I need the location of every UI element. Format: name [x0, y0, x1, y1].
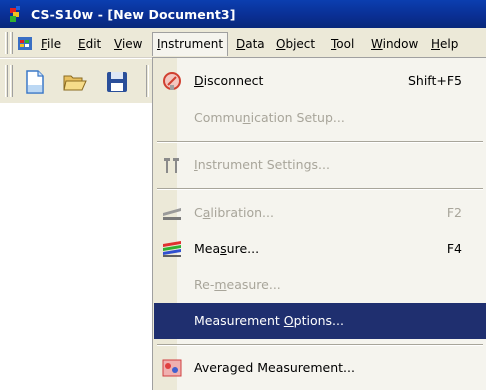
instrument-settings-icon [162, 155, 182, 175]
menu-item-instrument-settings[interactable]: Instrument Settings... [154, 147, 486, 183]
menu-data[interactable]: Data [232, 35, 269, 53]
open-folder-icon [62, 75, 88, 98]
menu-item-averaged-measurement[interactable]: Averaged Measurement... [154, 350, 486, 386]
title-bar: CS-S10w - [New Document3] [0, 0, 486, 28]
document-icon[interactable] [18, 36, 34, 52]
menu-separator [157, 188, 483, 190]
menu-instrument[interactable]: Instrument [152, 32, 229, 56]
measure-icon [162, 239, 182, 259]
menu-window[interactable]: Window [367, 35, 422, 53]
menu-file[interactable]: File [37, 35, 65, 53]
open-folder-button[interactable] [62, 69, 88, 95]
menu-edit[interactable]: Edit [74, 35, 105, 53]
menu-item-re-measure[interactable]: Re-measure... [154, 267, 486, 303]
menu-item-measure[interactable]: Measure... F4 [154, 231, 486, 267]
averaged-measurement-icon [162, 358, 182, 378]
menu-item-communication-setup[interactable]: Communication Setup... [154, 100, 486, 136]
save-button[interactable] [104, 69, 130, 95]
calibration-icon [162, 203, 182, 223]
menu-bar: File Edit View Instrument Data Object To… [0, 28, 486, 58]
menu-separator [157, 141, 483, 143]
menu-view[interactable]: View [110, 35, 146, 53]
menu-object[interactable]: Object [272, 35, 319, 53]
window-title: CS-S10w - [New Document3] [31, 6, 236, 22]
menu-tool[interactable]: Tool [327, 35, 358, 53]
menu-separator [157, 344, 483, 346]
new-document-button[interactable] [22, 69, 48, 95]
toolbar-grip-secondary[interactable] [10, 65, 13, 97]
menu-help[interactable]: Help [427, 35, 462, 53]
menubar-grip-secondary[interactable] [10, 32, 13, 54]
instrument-dropdown-menu: Disconnect Shift+F5 Communication Setup.… [152, 57, 486, 390]
toolbar-grip[interactable] [5, 65, 8, 97]
toolbar-separator [146, 65, 149, 97]
menu-item-calibration[interactable]: Calibration... F2 [154, 195, 486, 231]
menu-item-measurement-options[interactable]: Measurement Options... [154, 303, 486, 339]
toolbar [0, 59, 160, 103]
menu-item-disconnect[interactable]: Disconnect Shift+F5 [154, 63, 486, 99]
menubar-grip[interactable] [5, 32, 8, 54]
new-document-icon [22, 70, 48, 98]
shortcut-calibration: F2 [446, 205, 462, 220]
save-disk-icon [104, 72, 130, 98]
shortcut-measure: F4 [446, 241, 462, 256]
shortcut-disconnect: Shift+F5 [407, 73, 462, 88]
disconnect-icon [162, 71, 182, 91]
app-logo-icon [9, 5, 25, 23]
